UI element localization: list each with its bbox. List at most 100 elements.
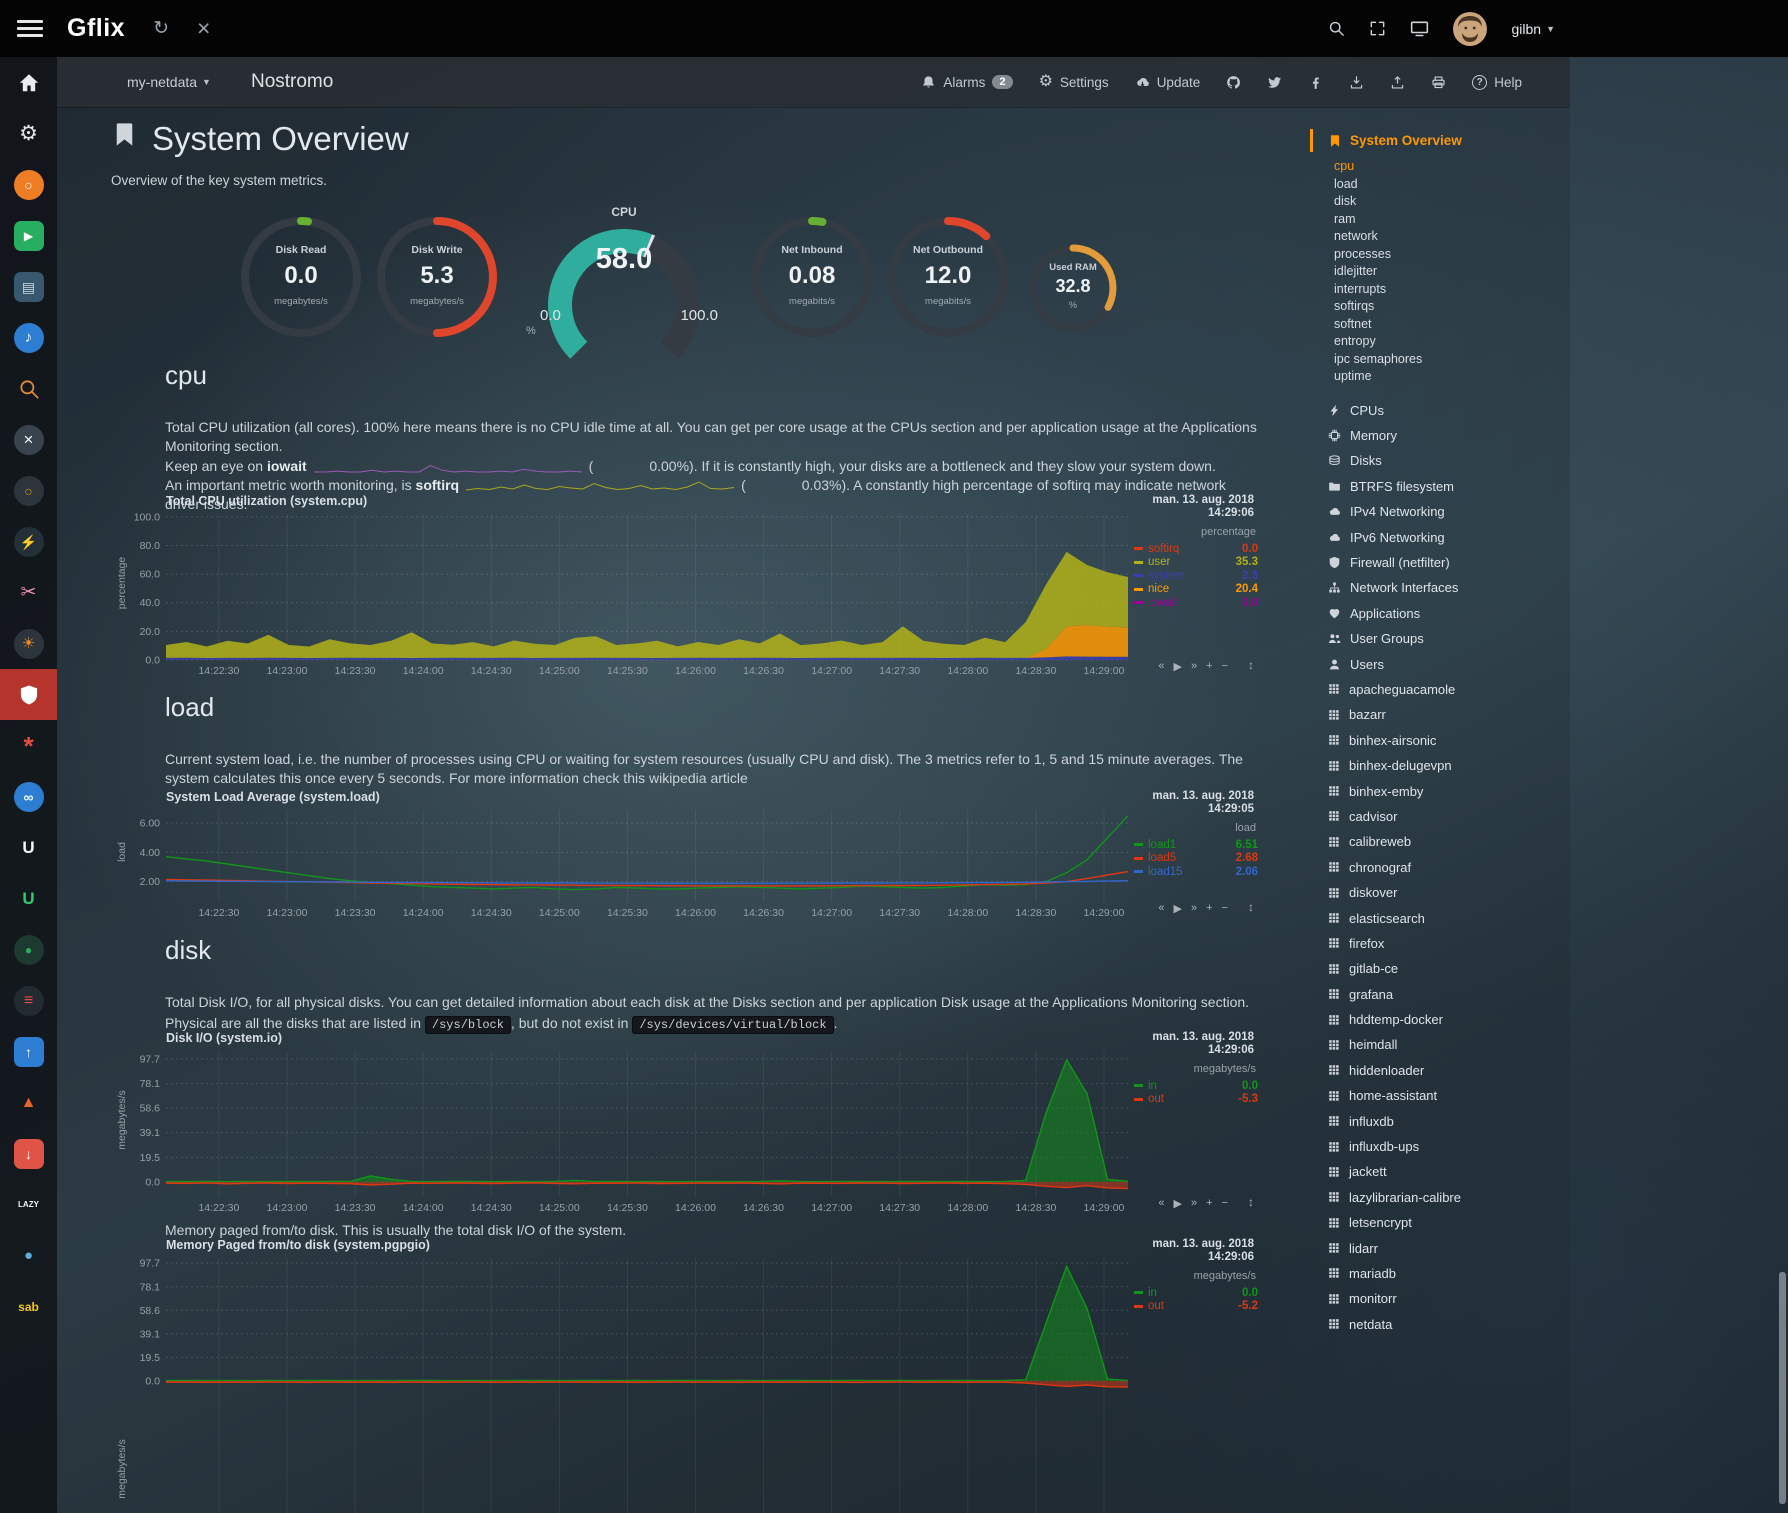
sidebar-app-app-unifi[interactable]: U [0,822,57,873]
menu-container-mariadb[interactable]: mariadb [1310,1261,1570,1286]
menu-sub-interrupts[interactable]: interrupts [1334,281,1570,299]
legend-in[interactable]: in0.0 [1134,1079,1258,1093]
menu-section-network-interfaces[interactable]: Network Interfaces [1310,575,1570,600]
menu-container-calibreweb[interactable]: calibreweb [1310,829,1570,854]
chart-plot[interactable]: 0.019.539.158.678.197.714:22:3014:23:001… [108,1254,1136,1513]
menu-sub-disk[interactable]: disk [1334,193,1570,211]
chart-toolbar-button[interactable]: « [1158,902,1164,915]
legend-load5[interactable]: load52.68 [1134,852,1258,866]
menu-section-btrfs-filesystem[interactable]: BTRFS filesystem [1310,474,1570,499]
menu-container-home-assistant[interactable]: home-assistant [1310,1083,1570,1108]
nav-download[interactable] [1349,75,1364,90]
menu-sub-load[interactable]: load [1334,176,1570,194]
menu-container-hiddenloader[interactable]: hiddenloader [1310,1058,1570,1083]
chart-toolbar-button[interactable]: + [1206,902,1212,915]
menu-container-hddtemp-docker[interactable]: hddtemp-docker [1310,1007,1570,1032]
chart-toolbar-button[interactable]: + [1206,660,1212,673]
nav-help[interactable]: ?Help [1472,75,1522,90]
menu-container-influxdb-ups[interactable]: influxdb-ups [1310,1134,1570,1159]
menu-container-gitlab-ce[interactable]: gitlab-ce [1310,956,1570,981]
sidebar-app-lazylibrarian[interactable]: LAZY [0,1179,57,1230]
sidebar-app-sabnzbd[interactable]: sab [0,1281,57,1332]
menu-container-firefox[interactable]: firefox [1310,931,1570,956]
legend-nice[interactable]: nice20.4 [1134,583,1258,597]
fullscreen-icon[interactable] [1369,20,1386,37]
menu-container-jackett[interactable]: jackett [1310,1159,1570,1184]
legend-load1[interactable]: load16.51 [1134,838,1258,852]
nav-twitter[interactable] [1267,75,1282,90]
nav-print[interactable] [1431,75,1446,90]
search-icon[interactable] [1328,20,1345,37]
sidebar-app-home[interactable] [0,57,57,108]
sidebar-app-app-bars[interactable]: ≡ [0,975,57,1026]
sidebar-app-app-drop[interactable]: ● [0,1230,57,1281]
legend-system[interactable]: system2.3 [1134,569,1258,583]
sidebar-app-app-plex-ring[interactable]: ○ [0,465,57,516]
sidebar-app-app-green-dot[interactable]: ● [0,924,57,975]
menu-section-ipv4-networking[interactable]: IPv4 Networking [1310,499,1570,524]
chart-toolbar-button[interactable]: ▶ [1174,660,1182,673]
legend-out[interactable]: out-5.3 [1134,1093,1258,1107]
menu-section-user-groups[interactable]: User Groups [1310,626,1570,651]
chart-toolbar-button[interactable]: » [1191,902,1197,915]
nav-alarms[interactable]: Alarms2 [921,75,1012,90]
sidebar-app-app-green-play[interactable]: ▶ [0,210,57,261]
legend-user[interactable]: user35.3 [1134,556,1258,570]
chart-plot[interactable]: 2.004.006.0014:22:3014:23:0014:23:3014:2… [108,806,1136,925]
chart-resize-handle[interactable]: ↕ [1248,658,1254,672]
menu-container-lazylibrarian-calibre[interactable]: lazylibrarian-calibre [1310,1185,1570,1210]
menu-container-binhex-airsonic[interactable]: binhex-airsonic [1310,728,1570,753]
sidebar-app-app-scissors[interactable]: ✂ [0,567,57,618]
menu-container-bazarr[interactable]: bazarr [1310,702,1570,727]
menu-sub-ram[interactable]: ram [1334,211,1570,229]
chart-plot[interactable]: 0.019.539.158.678.197.714:22:3014:23:001… [108,1047,1136,1220]
menu-container-elasticsearch[interactable]: elasticsearch [1310,905,1570,930]
sidebar-app-app-music[interactable]: ♪ [0,312,57,363]
menu-sub-softirqs[interactable]: softirqs [1334,298,1570,316]
menu-container-apacheguacamole[interactable]: apacheguacamole [1310,677,1570,702]
chart-toolbar-button[interactable]: « [1158,1197,1164,1210]
menu-section-memory[interactable]: Memory [1310,423,1570,448]
menu-section-cpus[interactable]: CPUs [1310,398,1570,423]
menu-sub-idlejitter[interactable]: idlejitter [1334,263,1570,281]
sidebar-app-settings[interactable]: ⚙ [0,108,57,159]
menu-container-chronograf[interactable]: chronograf [1310,855,1570,880]
display-icon[interactable] [1410,19,1429,38]
chart-toolbar-button[interactable]: ▶ [1174,1197,1182,1210]
sidebar-app-app-down-arrow[interactable]: ↓ [0,1128,57,1179]
sidebar-app-gitlab[interactable]: ▲ [0,1077,57,1128]
menu-section-users[interactable]: Users [1310,651,1570,676]
menu-container-cadvisor[interactable]: cadvisor [1310,804,1570,829]
chart-toolbar-button[interactable]: » [1191,1197,1197,1210]
sidebar-app-app-bolt[interactable]: ⚡ [0,516,57,567]
refresh-icon[interactable]: ↻ [153,19,169,38]
menu-container-binhex-emby[interactable]: binhex-emby [1310,778,1570,803]
sidebar-app-app-blue-dots[interactable]: ∞ [0,771,57,822]
chart-toolbar-button[interactable]: − [1222,902,1228,915]
sidebar-app-app-green-u[interactable]: U [0,873,57,924]
menu-section-applications[interactable]: Applications [1310,601,1570,626]
legend-out[interactable]: out-5.2 [1134,1300,1258,1314]
avatar[interactable] [1453,12,1487,46]
host-dropdown[interactable]: my-netdata▼ [127,74,211,90]
menu-sub-uptime[interactable]: uptime [1334,368,1570,386]
chart-resize-handle[interactable]: ↕ [1248,900,1254,914]
nav-settings[interactable]: ⚙Settings [1039,74,1109,90]
menu-container-monitorr[interactable]: monitorr [1310,1286,1570,1311]
legend-in[interactable]: in0.0 [1134,1286,1258,1300]
chart-toolbar-button[interactable]: ▶ [1174,902,1182,915]
menu-container-lidarr[interactable]: lidarr [1310,1235,1570,1260]
menu-container-netdata[interactable]: netdata [1310,1312,1570,1337]
sidebar-app-app-close-circle[interactable]: × [0,414,57,465]
menu-sub-cpu[interactable]: cpu [1334,158,1570,176]
sidebar-app-app-stack[interactable]: ▤ [0,261,57,312]
legend-softirq[interactable]: softirq0.0 [1134,542,1258,556]
scrollbar[interactable] [1779,1272,1786,1504]
sidebar-app-app-red-cluster[interactable]: * [0,720,57,771]
user-menu[interactable]: gilbn▼ [1511,21,1555,37]
menu-section-system-overview[interactable]: System Overview [1310,129,1570,152]
menu-sub-processes[interactable]: processes [1334,246,1570,264]
menu-section-disks[interactable]: Disks [1310,448,1570,473]
chart-toolbar-button[interactable]: » [1191,660,1197,673]
sidebar-app-app-search[interactable] [0,363,57,414]
